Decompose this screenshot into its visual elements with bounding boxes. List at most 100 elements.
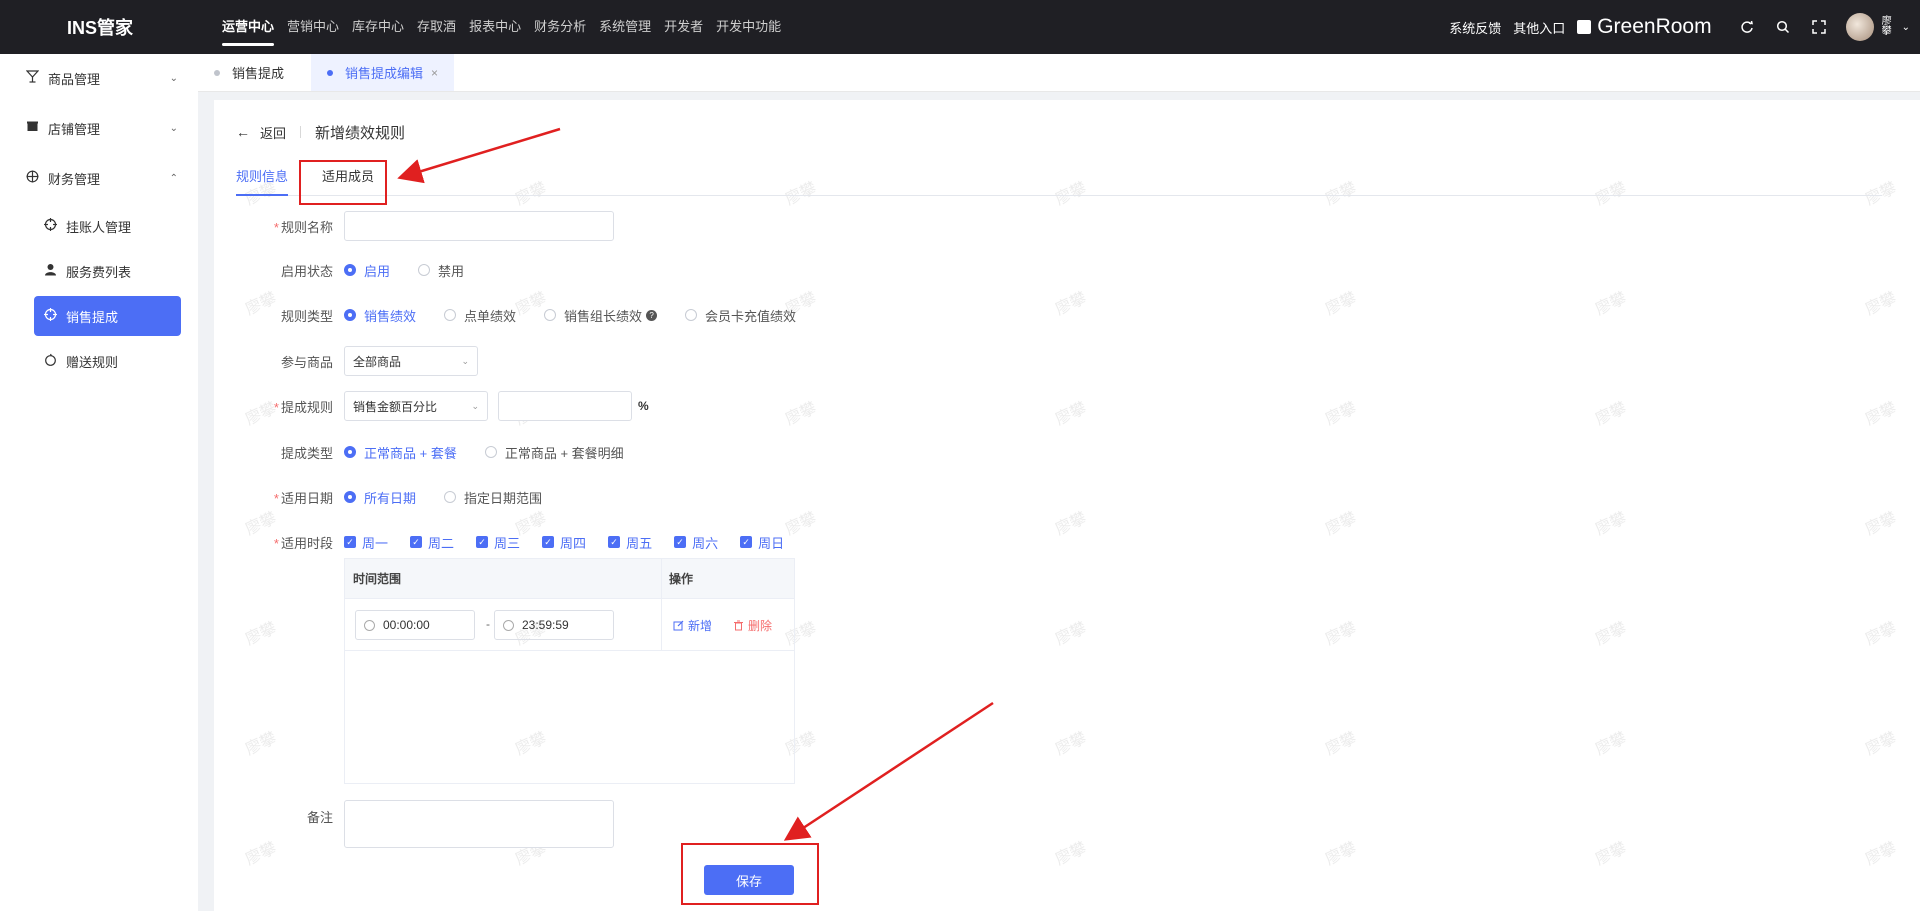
- tab-applicable-members[interactable]: 适用成员: [322, 166, 374, 196]
- remark-textarea[interactable]: [344, 800, 614, 848]
- store-switcher[interactable]: GreenRoom: [1577, 15, 1712, 39]
- form-row-status: 启用状态 启用 禁用: [214, 254, 914, 286]
- radio-label: 正常商品 + 套餐: [364, 445, 457, 461]
- checkbox-friday[interactable]: ✓ 周五: [608, 533, 652, 552]
- radio-label: 所有日期: [364, 490, 417, 506]
- checkbox-saturday[interactable]: ✓ 周六: [674, 533, 718, 552]
- sidebar-item-gift-rules[interactable]: 赠送规则: [34, 341, 181, 381]
- checkbox-wednesday[interactable]: ✓ 周三: [476, 533, 520, 552]
- topnav-finance-analysis[interactable]: 财务分析: [534, 0, 586, 54]
- radio-order-performance[interactable]: 点单绩效: [444, 306, 516, 325]
- commission-percent-input[interactable]: [498, 391, 632, 421]
- radio-all-dates[interactable]: 所有日期: [344, 488, 416, 507]
- fullscreen-icon[interactable]: [1808, 16, 1830, 38]
- column-header: 操作: [669, 572, 694, 586]
- watermark: 廖攀: [1862, 729, 1900, 759]
- tab-dot: [327, 69, 333, 76]
- watermark: 廖攀: [242, 619, 280, 649]
- watermark: 廖攀: [1592, 399, 1630, 429]
- label-text: 适用日期: [280, 490, 333, 506]
- radio-member-card-recharge[interactable]: 会员卡充值绩效: [685, 306, 796, 325]
- check-icon: ✓: [344, 536, 356, 548]
- radio-goods-plus-package-detail[interactable]: 正常商品 + 套餐明细: [484, 443, 624, 462]
- user-name[interactable]: 廖攀: [1882, 17, 1896, 37]
- table-header: 时间范围 操作: [345, 559, 794, 599]
- checkbox-monday[interactable]: ✓ 周一: [344, 533, 388, 552]
- field-wrap: 销售金额百分比 ⌄ %: [344, 390, 649, 422]
- close-icon[interactable]: ×: [431, 66, 438, 80]
- radio-team-leader-performance[interactable]: 销售组长绩效?: [544, 306, 658, 325]
- sidebar-group-finance[interactable]: 财务管理 ⌃: [0, 158, 198, 198]
- topnav-developer[interactable]: 开发者: [664, 0, 703, 54]
- radio-sales-performance[interactable]: 销售绩效: [344, 306, 416, 325]
- feedback-link[interactable]: 系统反馈: [1449, 18, 1501, 37]
- goods-select[interactable]: 全部商品 ⌄: [344, 346, 478, 376]
- radio-circle: [544, 309, 557, 321]
- topnav-operations[interactable]: 运营中心: [222, 0, 275, 54]
- add-time-range-button[interactable]: 新增: [673, 617, 712, 634]
- checkbox-tuesday[interactable]: ✓ 周二: [410, 533, 454, 552]
- checkbox-thursday[interactable]: ✓ 周四: [542, 533, 586, 552]
- watermark: 廖攀: [1322, 839, 1360, 869]
- radio-specific-dates[interactable]: 指定日期范围: [444, 488, 542, 507]
- rule-name-input[interactable]: [344, 211, 614, 241]
- sidebar-item-label: 销售提成: [66, 309, 119, 325]
- delete-time-range-button[interactable]: 删除: [733, 617, 772, 634]
- page-tab-sales-commission-edit[interactable]: 销售提成编辑 ×: [311, 54, 455, 91]
- sidebar-group-label: 财务管理: [48, 171, 101, 187]
- watermark: 廖攀: [1052, 399, 1090, 429]
- checkbox-sunday[interactable]: ✓ 周日: [740, 533, 784, 552]
- chevron-down-icon[interactable]: ⌄: [1902, 22, 1910, 33]
- sidebar-item-label: 服务费列表: [66, 264, 132, 280]
- sidebar-item-sales-commission[interactable]: 销售提成: [34, 296, 181, 336]
- chevron-down-icon: ⌄: [471, 400, 479, 411]
- sidebar-item-service-fees[interactable]: 服务费列表: [34, 251, 181, 291]
- search-icon[interactable]: [1772, 16, 1794, 38]
- help-icon[interactable]: ?: [646, 309, 658, 321]
- tab-label: 销售提成编辑: [345, 66, 424, 81]
- radio-label: 销售绩效: [364, 308, 417, 324]
- user-avatar[interactable]: [1845, 13, 1874, 41]
- radio-circle: [444, 309, 457, 321]
- commission-type-radio-group: 正常商品 + 套餐 正常商品 + 套餐明细: [344, 436, 652, 468]
- radio-status-enabled[interactable]: 启用: [344, 261, 390, 280]
- watermark: 廖攀: [1862, 839, 1900, 869]
- other-entry-link[interactable]: 其他入口: [1513, 18, 1565, 37]
- apple-icon: [42, 353, 58, 369]
- topnav-reports[interactable]: 报表中心: [469, 0, 521, 54]
- topnav-marketing[interactable]: 营销中心: [287, 0, 339, 54]
- back-button[interactable]: 返回: [260, 123, 286, 142]
- field-label: * 适用日期: [273, 490, 333, 506]
- target-icon: [42, 218, 58, 234]
- watermark: 廖攀: [1592, 729, 1630, 759]
- save-button[interactable]: 保存: [704, 865, 794, 895]
- checkbox-label: 周二: [428, 535, 455, 551]
- refresh-icon[interactable]: [1736, 16, 1758, 38]
- check-icon: ✓: [740, 536, 753, 548]
- tab-rule-info[interactable]: 规则信息: [236, 166, 288, 196]
- checkbox-label: 周三: [494, 535, 521, 551]
- watermark: 廖攀: [1322, 289, 1360, 319]
- radio-circle: [484, 446, 497, 458]
- field-wrap: [344, 210, 614, 242]
- app-logo[interactable]: INS管家: [0, 0, 200, 54]
- sidebar-item-label: 赠送规则: [66, 354, 119, 370]
- sidebar-group-shop[interactable]: 店铺管理 ⌄: [0, 108, 198, 148]
- sidebar-group-goods[interactable]: 商品管理 ⌄: [0, 58, 198, 98]
- page-tab-sales-commission[interactable]: 销售提成: [198, 54, 300, 91]
- radio-goods-plus-package[interactable]: 正常商品 + 套餐: [344, 443, 457, 462]
- commission-mode-select[interactable]: 销售金额百分比 ⌄: [344, 391, 488, 421]
- start-time-input[interactable]: 00:00:00: [355, 610, 475, 640]
- check-icon: ✓: [476, 536, 489, 548]
- end-time-input[interactable]: 23:59:59: [494, 610, 614, 640]
- radio-circle: [344, 491, 356, 503]
- topnav-system[interactable]: 系统管理: [599, 0, 651, 54]
- radio-label: 点单绩效: [464, 308, 517, 324]
- topnav-inventory[interactable]: 库存中心: [352, 0, 404, 54]
- topnav-wine-storage[interactable]: 存取酒: [417, 0, 456, 54]
- topnav-in-development[interactable]: 开发中功能: [716, 0, 781, 54]
- arrow-left-icon[interactable]: ←: [236, 124, 250, 140]
- sidebar-item-account-holders[interactable]: 挂账人管理: [34, 206, 181, 246]
- radio-status-disabled[interactable]: 禁用: [418, 261, 464, 280]
- check-icon: ✓: [674, 536, 687, 548]
